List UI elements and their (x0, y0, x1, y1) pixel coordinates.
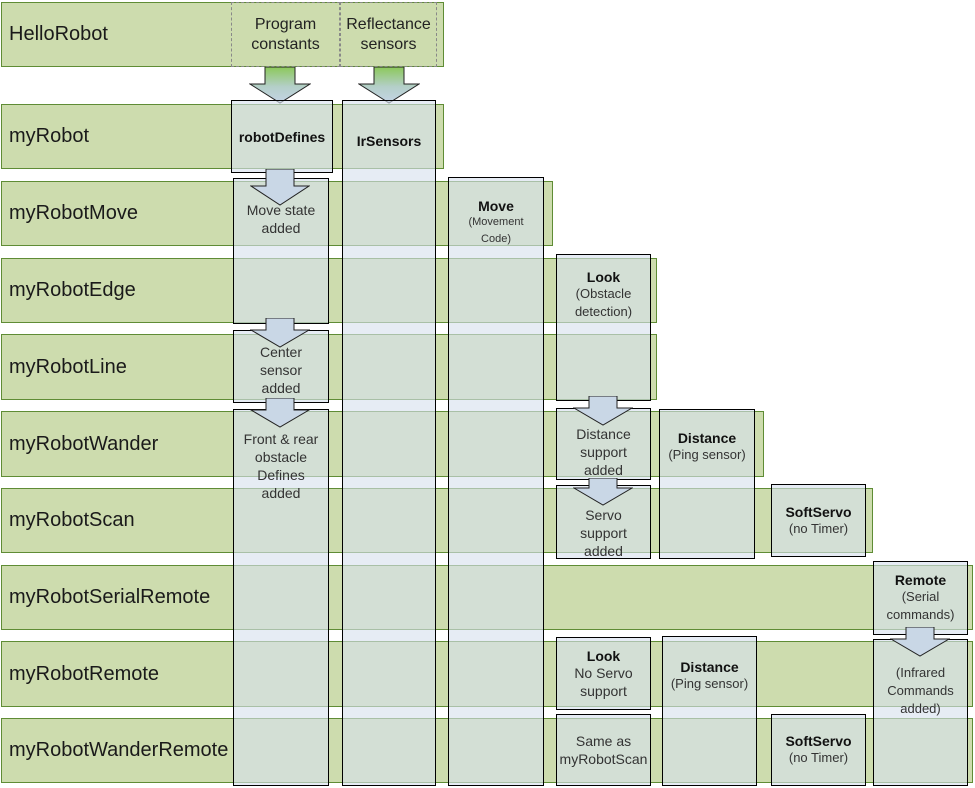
row-label: myRobotWander (9, 432, 159, 455)
distance-title: Distance (677, 430, 737, 446)
robotdefines-move-note: Move state added (246, 202, 316, 236)
remote-subtitle: (Serial commands) (886, 589, 955, 622)
look-wander-remote-note: Same as myRobotScan (559, 733, 648, 767)
remote-box: Remote (Serial commands) (873, 561, 968, 635)
irsensors-title: IrSensors (356, 133, 422, 149)
robotdefines-wander-note: Front & rear obstacle Defines added (243, 431, 319, 501)
look-subtitle: (Obstacle detection) (574, 286, 633, 319)
robotdefines-line-note: Center sensor added (259, 344, 303, 396)
softservo-title: SoftServo (785, 503, 852, 520)
move-box: Move (Movement Code) (448, 177, 544, 786)
robotdefines-title: robotDefines (238, 128, 326, 145)
program-constants-box: Program constants (231, 2, 340, 67)
softservo-wander-remote-box: SoftServo (no Timer) (771, 714, 866, 786)
look-remote-box: Look No Servo support (556, 637, 651, 710)
row-label: myRobotLine (9, 355, 127, 378)
robotdefines-box: robotDefines (231, 100, 333, 173)
softservo-box: SoftServo (no Timer) (771, 484, 866, 557)
look-wander-remote-box: Same as myRobotScan (556, 714, 651, 786)
row-label: HelloRobot (9, 23, 108, 45)
look-box: Look (Obstacle detection) (556, 254, 651, 401)
look-remote-subtitle: No Servo support (574, 664, 633, 699)
look-remote-title: Look (586, 647, 621, 664)
arrow-down-icon (250, 398, 310, 428)
row-label: myRobotWanderRemote (9, 739, 229, 761)
irsensors-box: IrSensors (342, 100, 436, 786)
look-title: Look (586, 269, 621, 285)
softservo-subtitle: (no Timer) (788, 520, 849, 536)
row-label: myRobotMove (9, 202, 138, 224)
arrow-down-icon (250, 169, 310, 206)
remote-ir-box: (Infrared Commands added) (873, 639, 968, 786)
arrow-down-icon (358, 67, 420, 104)
row-label: myRobot (9, 125, 90, 147)
remote-title: Remote (894, 572, 947, 588)
row-label: myRobotScan (9, 509, 135, 531)
reflectance-sensors-box: Reflectance sensors (340, 2, 437, 67)
distance-remote-title: Distance (680, 659, 739, 675)
look-wander-note: Distance support added (576, 426, 631, 478)
program-constants-label: Program constants (251, 15, 320, 53)
distance-remote-subtitle: (Ping sensor) (670, 676, 749, 691)
arrow-down-icon (249, 67, 311, 104)
robotdefines-wander-box: Front & rear obstacle Defines added (233, 409, 329, 786)
move-title: Move (478, 198, 514, 214)
arrow-down-icon (573, 396, 633, 426)
row-label: myRobotSerialRemote (9, 586, 211, 608)
row-label: myRobotEdge (9, 279, 136, 301)
move-subtitle: (Movement Code) (468, 216, 524, 245)
look-scan-note: Servo support added (580, 507, 627, 559)
softservo-wander-remote-title: SoftServo (785, 733, 852, 749)
reflectance-sensors-label: Reflectance sensors (346, 15, 431, 53)
distance-remote-box: Distance (Ping sensor) (662, 636, 757, 786)
row-label: myRobotRemote (9, 662, 160, 685)
distance-subtitle: (Ping sensor) (668, 447, 746, 462)
distance-box: Distance (Ping sensor) (659, 409, 755, 559)
arrow-down-icon (890, 627, 950, 657)
remote-ir-note: (Infrared Commands added) (887, 665, 954, 716)
arrow-down-icon (573, 478, 633, 506)
arrow-down-icon (250, 318, 310, 348)
softservo-wander-remote-subtitle: (no Timer) (788, 750, 849, 765)
